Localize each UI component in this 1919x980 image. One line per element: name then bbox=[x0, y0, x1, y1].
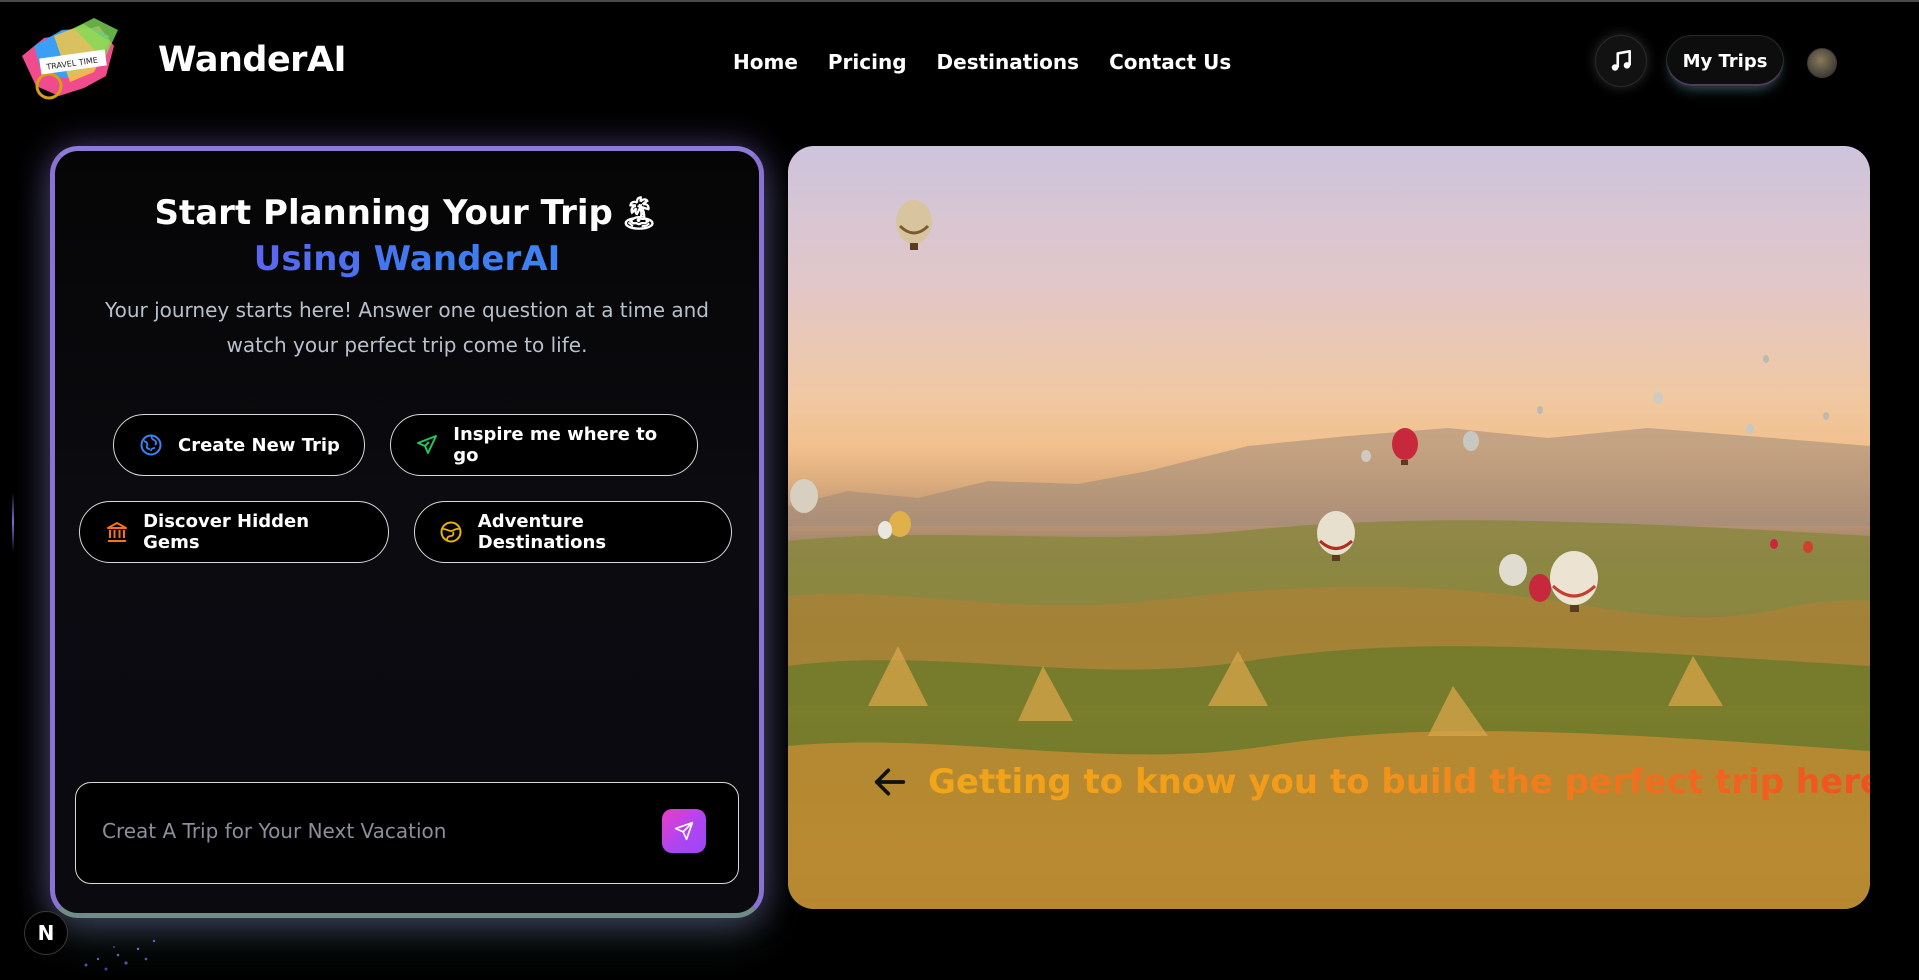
nav-pricing-link[interactable]: Pricing bbox=[828, 50, 907, 74]
nav-home-link[interactable]: Home bbox=[733, 50, 798, 74]
send-icon bbox=[674, 821, 694, 841]
nextjs-badge[interactable]: N bbox=[24, 911, 68, 955]
trip-planner-panel: Start Planning Your Trip 🏝 Using WanderAI… bbox=[50, 146, 764, 918]
music-toggle-button[interactable] bbox=[1595, 35, 1647, 87]
sparkle-dots bbox=[84, 939, 156, 971]
planner-title: Start Planning Your Trip 🏝 bbox=[55, 193, 759, 233]
discover-hidden-gems-label: Discover Hidden Gems bbox=[143, 511, 310, 553]
adventure-destinations-button[interactable]: Adventure Destinations bbox=[414, 501, 732, 563]
side-accent-line bbox=[12, 492, 14, 552]
nav-destinations-link[interactable]: Destinations bbox=[937, 50, 1080, 74]
nav-contact-link[interactable]: Contact Us bbox=[1109, 50, 1231, 74]
create-new-trip-label: Create New Trip bbox=[178, 434, 340, 456]
trip-input-container bbox=[75, 782, 739, 884]
planner-subtitle: Using WanderAI bbox=[55, 239, 759, 279]
trip-prompt-input[interactable] bbox=[100, 811, 640, 851]
planner-title-text: Start Planning Your Trip bbox=[154, 193, 613, 233]
globe-icon bbox=[138, 432, 164, 458]
hero-caption-text: Getting to know you to build the perfect… bbox=[928, 762, 1870, 802]
arrow-left-icon bbox=[874, 768, 906, 796]
navbar: TRAVEL TIME WanderAI Home Pricing Destin… bbox=[0, 2, 1919, 120]
discover-hidden-gems-button[interactable]: Discover Hidden Gems bbox=[79, 501, 389, 563]
travel-time-logo-icon: TRAVEL TIME bbox=[22, 18, 118, 100]
brand-logo[interactable]: TRAVEL TIME bbox=[14, 16, 134, 106]
create-new-trip-button[interactable]: Create New Trip bbox=[113, 414, 365, 476]
inspire-me-button[interactable]: Inspire me where to go bbox=[390, 414, 698, 476]
hero-caption: Getting to know you to build the perfect… bbox=[788, 754, 1870, 814]
balloon-1 bbox=[896, 200, 932, 250]
inspire-me-label: Inspire me where to go bbox=[453, 424, 658, 466]
music-note-icon bbox=[1611, 49, 1631, 71]
landmark-icon bbox=[104, 519, 129, 545]
nav-links: Home Pricing Destinations Contact Us bbox=[733, 50, 1231, 74]
palm-island-icon: 🏝 bbox=[618, 194, 660, 232]
adventure-destinations-label: Adventure Destinations bbox=[477, 511, 607, 553]
hero-image: Getting to know you to build the perfect… bbox=[788, 146, 1870, 909]
my-trips-button[interactable]: My Trips bbox=[1666, 35, 1784, 87]
plane-icon bbox=[415, 432, 439, 458]
send-button[interactable] bbox=[662, 809, 706, 853]
brand-name[interactable]: WanderAI bbox=[158, 40, 347, 80]
planner-description: Your journey starts here! Answer one que… bbox=[105, 298, 709, 357]
user-avatar[interactable] bbox=[1807, 48, 1837, 78]
compass-globe-icon bbox=[439, 519, 464, 545]
